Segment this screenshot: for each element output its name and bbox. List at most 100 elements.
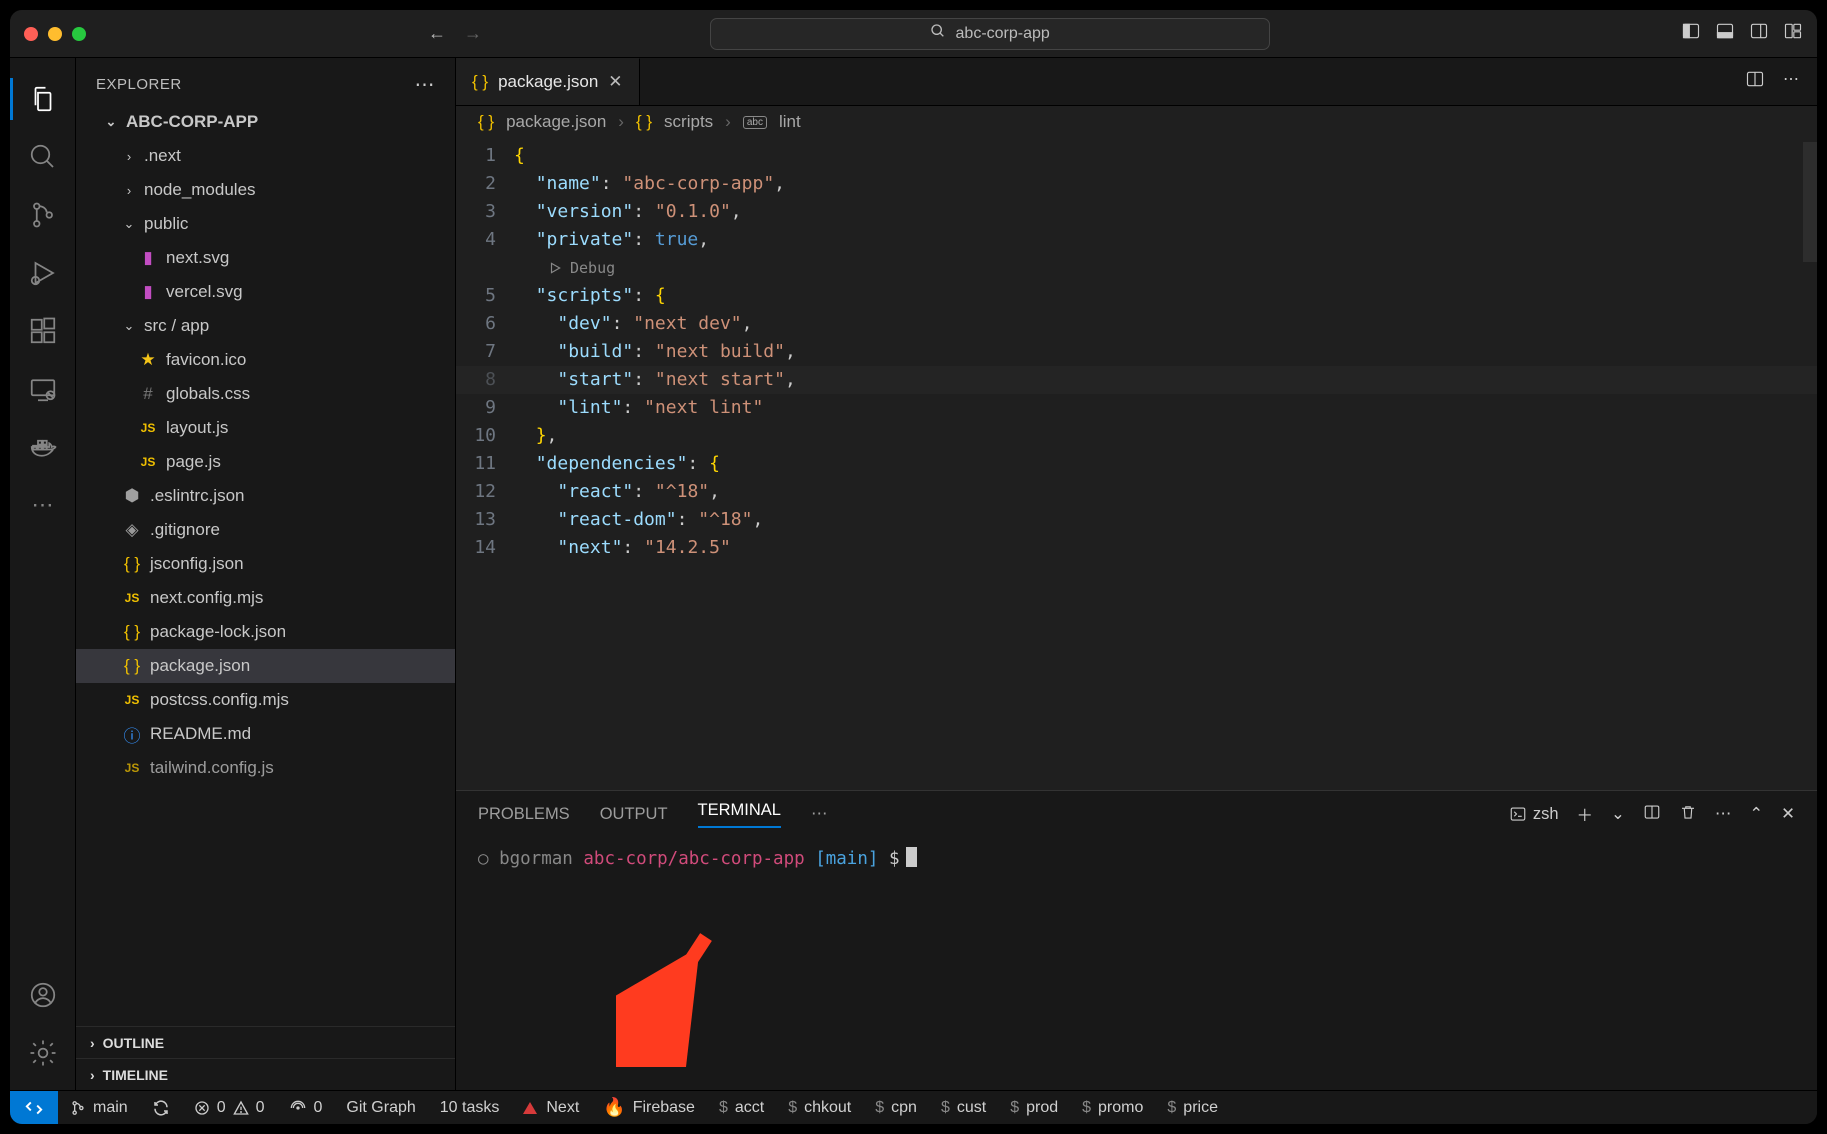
sidebar-section-timeline[interactable]: ›TIMELINE xyxy=(76,1058,455,1090)
command-center-search[interactable]: abc-corp-app xyxy=(710,18,1270,50)
status-ports[interactable]: 0 xyxy=(277,1091,335,1124)
panel-tab-problems[interactable]: PROBLEMS xyxy=(478,805,570,824)
tree-project-root[interactable]: ⌄ ABC-CORP-APP xyxy=(76,105,455,139)
tree-file[interactable]: ◈.gitignore xyxy=(76,513,455,547)
tree-file[interactable]: { }package-lock.json xyxy=(76,615,455,649)
gitignore-file-icon: ◈ xyxy=(122,520,142,540)
tree-folder-src-app[interactable]: ⌄src / app xyxy=(76,309,455,343)
status-item-cust[interactable]: $cust xyxy=(929,1091,998,1124)
code-body[interactable]: { "name": "abc-corp-app", "version": "0.… xyxy=(514,142,1817,790)
activity-extensions-icon[interactable] xyxy=(24,312,62,350)
tree-file[interactable]: JSnext.config.mjs xyxy=(76,581,455,615)
sidebar-more-icon[interactable]: ⋯ xyxy=(415,72,436,97)
status-item-chkout[interactable]: $chkout xyxy=(776,1091,863,1124)
status-errors-warnings[interactable]: 0 0 xyxy=(182,1091,277,1124)
panel-right-icon[interactable] xyxy=(1749,21,1769,46)
tree-file[interactable]: #globals.css xyxy=(76,377,455,411)
tree-file[interactable]: JStailwind.config.js xyxy=(76,751,455,785)
activity-source-control-icon[interactable] xyxy=(24,196,62,234)
tree-file[interactable]: ⬢.eslintrc.json xyxy=(76,479,455,513)
code-editor[interactable]: 1234567891011121314 { "name": "abc-corp-… xyxy=(456,142,1817,790)
panel-tab-output[interactable]: OUTPUT xyxy=(600,805,668,824)
minimap-scrollbar[interactable] xyxy=(1803,142,1817,262)
panel-tab-terminal[interactable]: TERMINAL xyxy=(698,801,781,828)
close-window-icon[interactable] xyxy=(24,27,38,41)
activity-settings-icon[interactable] xyxy=(24,1034,62,1072)
js-file-icon: JS xyxy=(122,761,142,775)
status-branch[interactable]: main xyxy=(58,1091,140,1124)
tree-file[interactable]: JSlayout.js xyxy=(76,411,455,445)
tree-file[interactable]: ▮next.svg xyxy=(76,241,455,275)
tree-file[interactable]: JSpage.js xyxy=(76,445,455,479)
annotation-arrow-icon xyxy=(616,917,726,1067)
editor-more-icon[interactable]: ⋯ xyxy=(1783,69,1799,94)
activity-explorer-icon[interactable] xyxy=(24,80,62,118)
status-next[interactable]: Next xyxy=(511,1091,591,1124)
terminal-profile[interactable]: zsh xyxy=(1509,805,1559,824)
tree-file[interactable]: { }jsconfig.json xyxy=(76,547,455,581)
breadcrumb[interactable]: { } package.json › { } scripts › abc lin… xyxy=(456,106,1817,142)
terminal-dropdown-icon[interactable]: ⌄ xyxy=(1611,804,1625,824)
close-panel-icon[interactable]: ✕ xyxy=(1781,804,1795,824)
css-file-icon: # xyxy=(138,384,158,404)
status-bar: main 0 0 0 Git Graph 10 tasks Next 🔥Fire… xyxy=(10,1090,1817,1124)
tree-folder-public[interactable]: ⌄public xyxy=(76,207,455,241)
maximize-window-icon[interactable] xyxy=(72,27,86,41)
tree-file-package-json[interactable]: { }package.json xyxy=(76,649,455,683)
activity-remote-explorer-icon[interactable] xyxy=(24,370,62,408)
maximize-panel-icon[interactable]: ⌃ xyxy=(1749,804,1763,824)
status-tasks[interactable]: 10 tasks xyxy=(428,1091,512,1124)
customize-layout-icon[interactable] xyxy=(1783,21,1803,46)
terminal-cursor xyxy=(906,847,917,867)
chevron-down-icon: ⌄ xyxy=(122,318,136,334)
status-item-promo[interactable]: $promo xyxy=(1070,1091,1155,1124)
activity-search-icon[interactable] xyxy=(24,138,62,176)
remote-indicator[interactable] xyxy=(10,1091,58,1124)
split-terminal-icon[interactable] xyxy=(1643,803,1661,826)
editor-tab-package-json[interactable]: { } package.json ✕ xyxy=(456,58,640,105)
nav-forward-icon[interactable]: → xyxy=(464,23,482,44)
chevron-right-icon: › xyxy=(90,1067,95,1083)
js-file-icon: JS xyxy=(122,591,142,605)
js-file-icon: JS xyxy=(138,421,158,435)
svg-file-icon: ▮ xyxy=(138,248,158,268)
tree-file[interactable]: JSpostcss.config.mjs xyxy=(76,683,455,717)
status-item-price[interactable]: $price xyxy=(1155,1091,1230,1124)
close-tab-icon[interactable]: ✕ xyxy=(608,72,622,92)
tree-file[interactable]: ★favicon.ico xyxy=(76,343,455,377)
favicon-icon: ★ xyxy=(138,350,158,370)
activity-docker-icon[interactable] xyxy=(24,428,62,466)
search-icon xyxy=(930,23,946,44)
window-traffic-lights[interactable] xyxy=(24,27,86,41)
tree-folder-node-modules[interactable]: ›node_modules xyxy=(76,173,455,207)
new-terminal-icon[interactable]: ＋ xyxy=(1577,802,1594,826)
json-object-icon: { } xyxy=(636,112,652,132)
json-file-icon: { } xyxy=(472,72,488,92)
json-file-icon: { } xyxy=(478,112,494,132)
tree-file[interactable]: ⓘREADME.md xyxy=(76,717,455,751)
activity-more-icon[interactable]: ⋯ xyxy=(24,486,62,524)
kill-terminal-icon[interactable] xyxy=(1679,803,1697,826)
fire-icon: 🔥 xyxy=(603,1097,625,1118)
search-text: abc-corp-app xyxy=(956,25,1050,43)
panel-left-icon[interactable] xyxy=(1681,21,1701,46)
split-editor-icon[interactable] xyxy=(1745,69,1765,94)
terminal-body[interactable]: ○ bgorman abc-corp/abc-corp-app [main] $ xyxy=(456,837,1817,1090)
status-item-prod[interactable]: $prod xyxy=(998,1091,1070,1124)
status-firebase[interactable]: 🔥Firebase xyxy=(591,1091,707,1124)
tree-file[interactable]: ▮vercel.svg xyxy=(76,275,455,309)
activity-accounts-icon[interactable] xyxy=(24,976,62,1014)
sidebar-section-outline[interactable]: ›OUTLINE xyxy=(76,1026,455,1058)
status-item-cpn[interactable]: $cpn xyxy=(863,1091,929,1124)
panel-overflow-icon[interactable]: ⋯ xyxy=(1715,804,1732,824)
debug-codelens[interactable]: Debug xyxy=(514,254,1817,282)
status-git-graph[interactable]: Git Graph xyxy=(334,1091,427,1124)
nav-back-icon[interactable]: ← xyxy=(428,23,446,44)
panel-more-icon[interactable]: ⋯ xyxy=(811,804,828,824)
tree-folder-next[interactable]: ›.next xyxy=(76,139,455,173)
minimize-window-icon[interactable] xyxy=(48,27,62,41)
panel-bottom-icon[interactable] xyxy=(1715,21,1735,46)
status-item-acct[interactable]: $acct xyxy=(707,1091,776,1124)
status-sync[interactable] xyxy=(140,1091,182,1124)
activity-run-debug-icon[interactable] xyxy=(24,254,62,292)
